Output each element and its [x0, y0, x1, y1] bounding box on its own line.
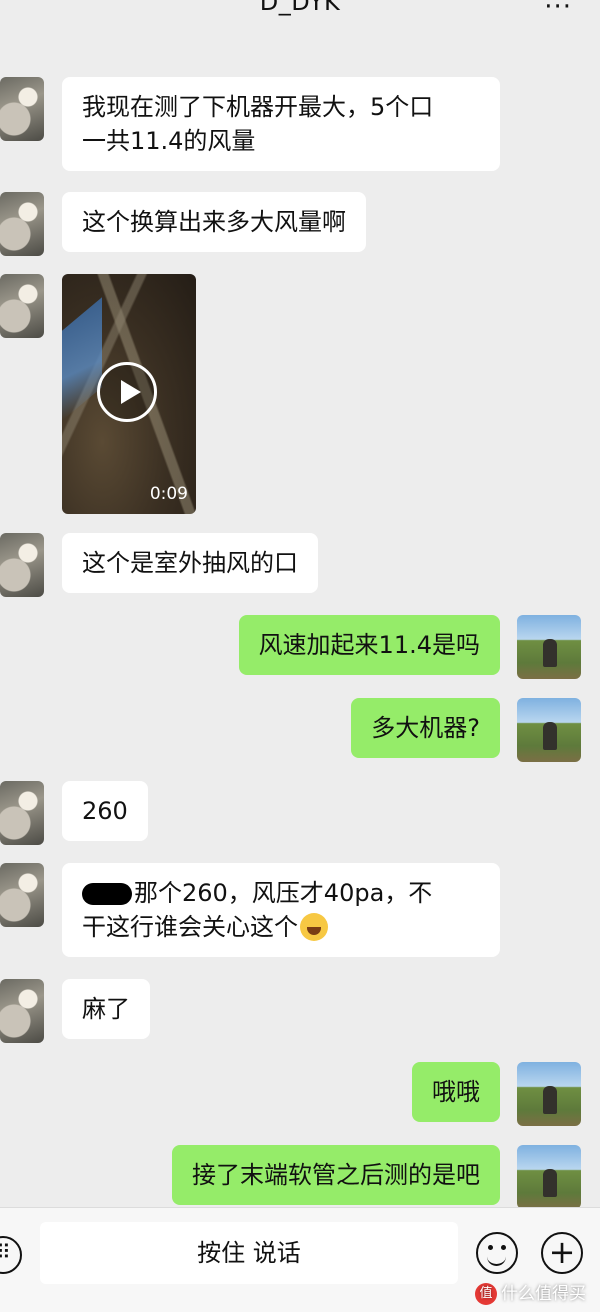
video-message[interactable]: 0:09: [62, 274, 196, 514]
hold-to-talk-button[interactable]: 按住 说话: [40, 1222, 458, 1284]
message-bubble[interactable]: 这个换算出来多大风量啊: [62, 192, 366, 252]
message-row: 接了末端软管之后测的是吧: [0, 1145, 600, 1209]
message-row: 麻了: [0, 979, 600, 1043]
message-bubble[interactable]: 我现在测了下机器开最大，5个口 一共11.4的风量: [62, 77, 500, 171]
avatar[interactable]: [0, 533, 44, 597]
message-bubble[interactable]: 麻了: [62, 979, 150, 1039]
avatar[interactable]: [0, 77, 44, 141]
chat-header: D_DYK ···: [0, 0, 600, 28]
message-bubble[interactable]: 接了末端软管之后测的是吧: [172, 1145, 500, 1205]
watermark-logo: 值: [475, 1283, 497, 1305]
keyboard-icon[interactable]: [0, 1236, 22, 1274]
message-bubble[interactable]: 260: [62, 781, 148, 841]
avatar[interactable]: [0, 863, 44, 927]
avatar[interactable]: [0, 192, 44, 256]
message-row: 260: [0, 781, 600, 845]
message-bubble[interactable]: 这个是室外抽风的口: [62, 533, 318, 593]
message-row: 0:09: [0, 274, 600, 514]
chat-title: D_DYK: [259, 0, 341, 16]
message-row: 风速加起来11.4是吗: [0, 615, 600, 679]
message-row: 多大机器?: [0, 698, 600, 762]
message-row: 这个是室外抽风的口: [0, 533, 600, 597]
play-icon[interactable]: [97, 362, 157, 422]
avatar[interactable]: [517, 698, 581, 762]
watermark-text: 什么值得买: [501, 1284, 586, 1304]
message-bubble[interactable]: 哦哦: [412, 1062, 500, 1122]
redaction-mark: [82, 883, 132, 905]
plus-icon[interactable]: +: [541, 1232, 583, 1274]
avatar[interactable]: [0, 979, 44, 1043]
message-row: 哦哦: [0, 1062, 600, 1126]
avatar[interactable]: [0, 781, 44, 845]
avatar[interactable]: [517, 615, 581, 679]
avatar[interactable]: [517, 1062, 581, 1126]
emoji-icon[interactable]: [476, 1232, 518, 1274]
message-bubble[interactable]: 多大机器?: [351, 698, 500, 758]
message-row: 这个换算出来多大风量啊: [0, 192, 600, 256]
message-row: 我现在测了下机器开最大，5个口 一共11.4的风量: [0, 77, 600, 173]
video-thumbnail: [62, 297, 102, 421]
video-duration: 0:09: [149, 484, 188, 504]
message-text-line-2: 干这行谁会关心这个: [82, 913, 298, 941]
watermark: 值什么值得买: [475, 1279, 586, 1305]
message-row: 那个260，风压才40pa，不 干这行谁会关心这个: [0, 863, 600, 961]
message-text-line-1: 那个260，风压才40pa，不: [134, 879, 433, 907]
avatar[interactable]: [517, 1145, 581, 1209]
message-bubble[interactable]: 那个260，风压才40pa，不 干这行谁会关心这个: [62, 863, 500, 957]
more-options-icon[interactable]: ···: [544, 0, 572, 20]
avatar[interactable]: [0, 274, 44, 338]
laughing-emoji-icon: [300, 913, 328, 941]
message-bubble[interactable]: 风速加起来11.4是吗: [238, 615, 500, 675]
